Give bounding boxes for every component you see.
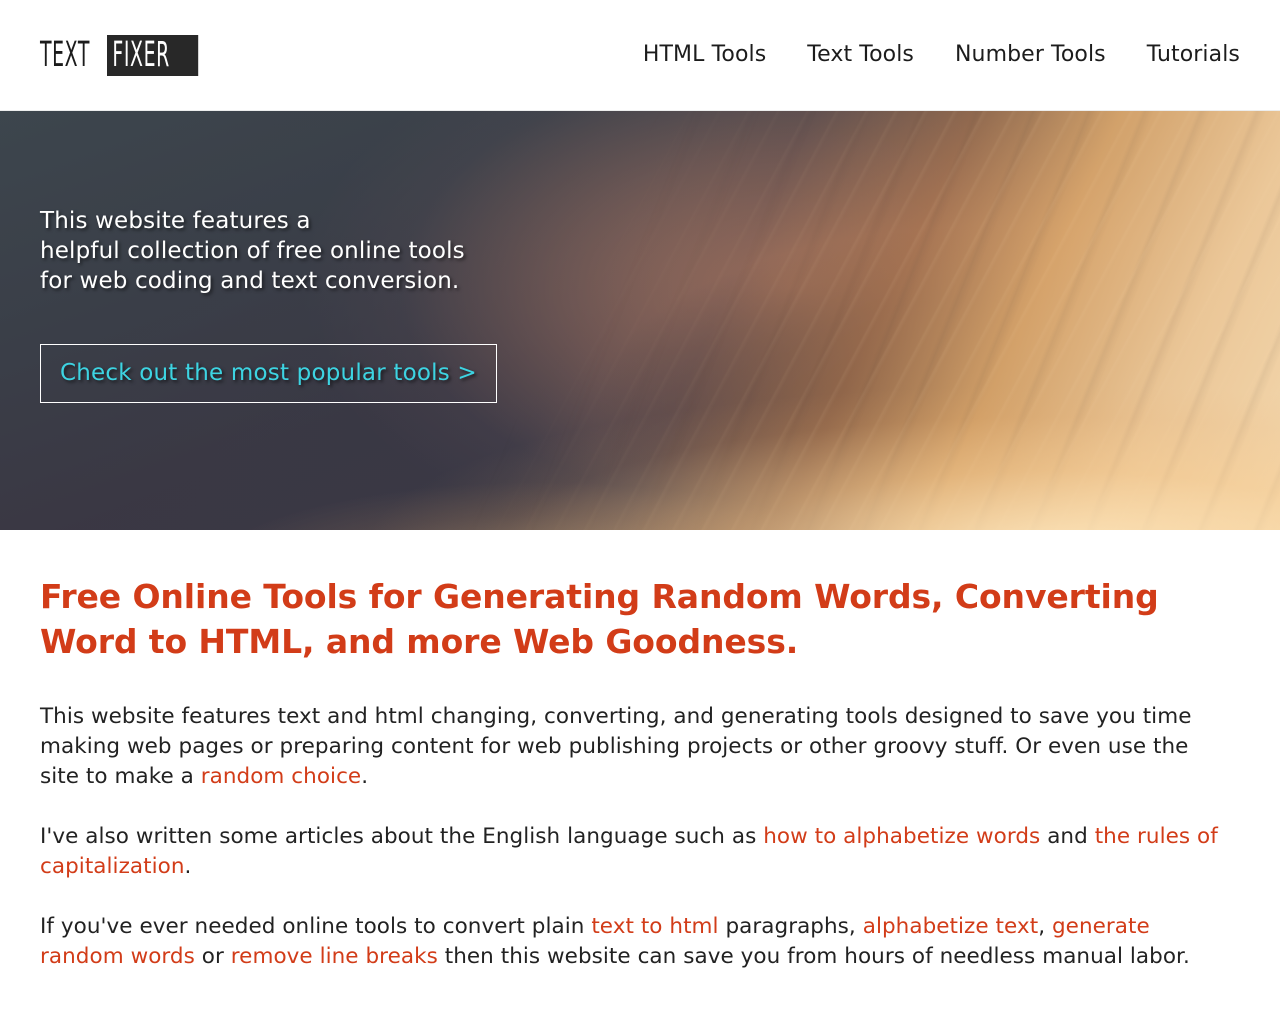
main-navigation: HTML Tools Text Tools Number Tools Tutor… xyxy=(643,44,1240,66)
inline-link[interactable]: remove line breaks xyxy=(231,944,438,969)
inline-link[interactable]: alphabetize text xyxy=(863,914,1038,939)
logo-fixer-part: FIXER xyxy=(107,34,199,76)
page-title: Free Online Tools for Generating Random … xyxy=(40,577,1159,661)
inline-link[interactable]: how to alphabetize words xyxy=(763,824,1040,849)
nav-item-text-tools[interactable]: Text Tools xyxy=(807,44,914,66)
site-logo[interactable]: TEXT FIXER xyxy=(40,34,259,76)
intro-paragraph-1: This website features text and html chan… xyxy=(40,704,1192,789)
inline-link[interactable]: the rules of capitalization xyxy=(40,824,1218,879)
intro-paragraph-3: If you've ever needed online tools to co… xyxy=(40,914,1190,969)
inline-link[interactable]: random choice xyxy=(201,764,362,789)
popular-tools-button[interactable]: Check out the most popular tools > xyxy=(40,344,497,403)
logo-text-part: TEXT xyxy=(40,34,90,75)
nav-item-number-tools[interactable]: Number Tools xyxy=(955,44,1106,66)
hero-tagline: This website features a helpful collecti… xyxy=(40,208,465,294)
nav-item-tutorials[interactable]: Tutorials xyxy=(1147,44,1240,66)
nav-item-html-tools[interactable]: HTML Tools xyxy=(643,44,766,66)
inline-link[interactable]: text to html xyxy=(591,914,718,939)
hero-banner: This website features a helpful collecti… xyxy=(0,111,1280,530)
main-content: Free Online Tools for Generating Random … xyxy=(0,530,1280,972)
intro-paragraph-2: I've also written some articles about th… xyxy=(40,824,1218,879)
hero-content: This website features a helpful collecti… xyxy=(0,111,1280,403)
site-header: TEXT FIXER HTML Tools Text Tools Number … xyxy=(0,0,1280,111)
